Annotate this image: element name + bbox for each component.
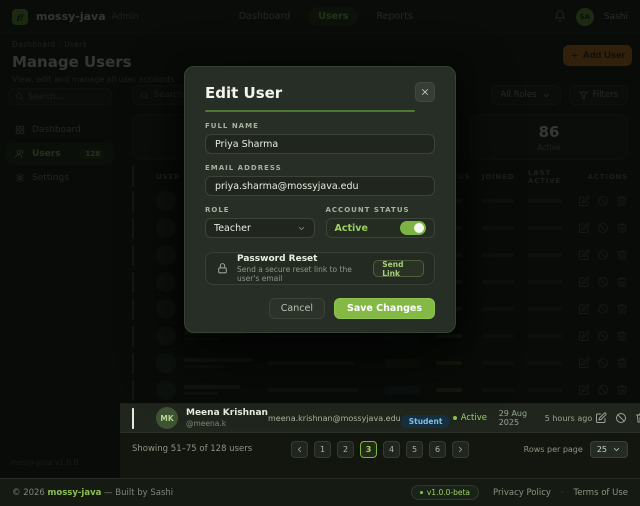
page-button-3[interactable]: 3 — [360, 441, 377, 458]
role-value: Teacher — [214, 223, 251, 234]
cancel-button[interactable]: Cancel — [269, 298, 325, 319]
status-toggle[interactable] — [400, 221, 426, 235]
trash-icon[interactable] — [635, 412, 640, 424]
modal-backdrop-sidebar — [0, 403, 120, 478]
page-button-2[interactable]: 2 — [337, 441, 354, 458]
full-name-label: Full Name — [205, 122, 435, 130]
row-user-name: Meena Krishnan — [186, 408, 268, 419]
role-label: Role — [205, 206, 315, 214]
footer-link-privacy-policy[interactable]: Privacy Policy — [493, 488, 551, 498]
next-page-button[interactable] — [452, 441, 469, 458]
page-button-4[interactable]: 4 — [383, 441, 400, 458]
footer-link-terms-of-use[interactable]: Terms of Use — [573, 488, 628, 498]
close-icon[interactable] — [415, 82, 435, 102]
chevron-down-icon — [297, 224, 306, 233]
app-window: mossy-java Admin DashboardUsersReports S… — [0, 0, 640, 506]
page-button-1[interactable]: 1 — [314, 441, 331, 458]
lock-icon — [216, 262, 229, 275]
toggle-knob — [414, 223, 424, 233]
edit-user-modal: Edit User Full Name Email Address Role T… — [184, 66, 456, 333]
footer-brand: mossy-java — [48, 488, 102, 498]
password-reset-section: Password Reset Send a secure reset link … — [205, 252, 435, 285]
row-checkbox[interactable] — [132, 408, 134, 429]
row-last-active: 5 hours ago — [545, 414, 595, 423]
edit-icon[interactable] — [595, 412, 607, 424]
account-status-label: Account Status — [326, 206, 436, 214]
modal-title: Edit User — [205, 84, 282, 102]
account-status-value: Active — [335, 223, 368, 234]
version-dot-icon — [420, 491, 423, 494]
copyright-text: © 2026 mossy-java — Built by Sashi — [12, 488, 173, 498]
row-status-label: Active — [461, 413, 487, 423]
account-status-control: Active — [326, 218, 436, 238]
send-link-button[interactable]: Send Link — [373, 260, 424, 277]
footer-link-separator: · — [561, 488, 564, 497]
row-role-badge: Student — [401, 415, 451, 428]
email-label: Email Address — [205, 164, 435, 172]
row-status: Active — [453, 413, 499, 423]
ban-icon[interactable] — [615, 412, 627, 424]
pagination-bar: Showing 51–75 of 128 users 123456 Rows p… — [120, 436, 640, 462]
password-reset-title: Password Reset — [237, 254, 365, 266]
row-avatar: MK — [156, 407, 178, 429]
pagination-summary: Showing 51–75 of 128 users — [132, 444, 282, 454]
full-name-input[interactable] — [205, 134, 435, 154]
chevron-down-icon — [612, 445, 621, 454]
row-joined-date: 29 Aug 2025 — [499, 409, 545, 427]
version-badge: v1.0.0-beta — [411, 485, 479, 500]
rows-per-page-label: Rows per page — [524, 445, 583, 454]
page-footer: © 2026 mossy-java — Built by Sashi v1.0.… — [0, 478, 640, 506]
role-select[interactable]: Teacher — [205, 218, 315, 238]
save-changes-button[interactable]: Save Changes — [334, 298, 435, 319]
title-divider — [205, 110, 415, 112]
row-email: meena.krishnan@mossyjava.edu — [268, 414, 401, 423]
row-user-handle: @meena.k — [186, 419, 268, 428]
page-button-5[interactable]: 5 — [406, 441, 423, 458]
prev-page-button[interactable] — [291, 441, 308, 458]
table-row[interactable]: MK Meena Krishnan @meena.k meena.krishna… — [120, 404, 640, 433]
rows-per-page-value: 25 — [597, 445, 607, 454]
email-input[interactable] — [205, 176, 435, 196]
password-reset-description: Send a secure reset link to the user's e… — [237, 265, 365, 283]
page-button-6[interactable]: 6 — [429, 441, 446, 458]
rows-per-page-select[interactable]: 25 — [590, 441, 628, 458]
status-dot-icon — [453, 416, 457, 420]
